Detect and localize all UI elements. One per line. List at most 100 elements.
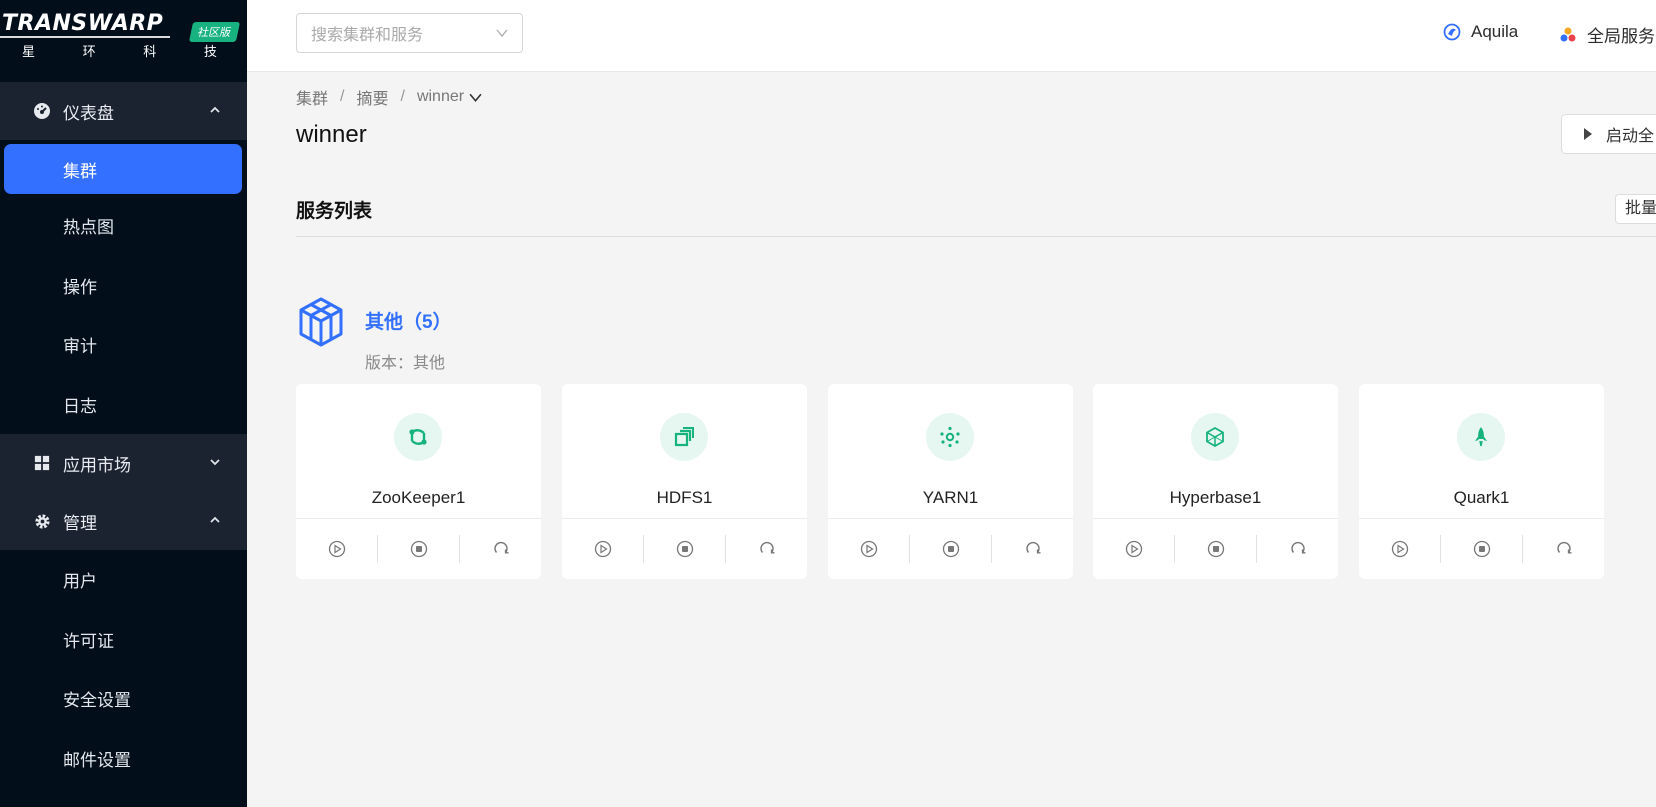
sidebar-item-heatmap[interactable]: 热点图 xyxy=(0,196,247,256)
service-actions xyxy=(1093,518,1338,579)
sidebar-item-users[interactable]: 用户 xyxy=(0,550,247,610)
stop-service-button[interactable] xyxy=(643,535,725,563)
sidebar: TRANSWARP 社区版 星 环 科 技 仪表盘 集群 热点图 操作 审计 日… xyxy=(0,0,247,807)
service-name: YARN1 xyxy=(922,488,979,507)
aquila-link[interactable]: Aquila xyxy=(1443,22,1518,42)
breadcrumb-separator: / xyxy=(400,88,405,105)
play-circle-icon xyxy=(594,540,611,558)
search-placeholder: 搜索集群和服务 xyxy=(311,27,424,44)
yarn-icon xyxy=(926,413,974,461)
global-services-label: 全局服务 xyxy=(1587,27,1655,46)
sidebar-group-label: 应用市场 xyxy=(63,455,131,475)
restart-service-button[interactable] xyxy=(459,535,541,563)
search-select[interactable]: 搜索集群和服务 xyxy=(296,13,523,53)
service-list-title: 服务列表 xyxy=(296,201,373,222)
restart-service-button[interactable] xyxy=(991,535,1073,563)
category-version: 版本：其他 xyxy=(365,355,446,372)
global-services-icon xyxy=(1560,27,1576,41)
hdfs-icon xyxy=(660,413,708,461)
service-name: HDFS1 xyxy=(656,488,713,507)
stop-circle-icon xyxy=(1207,540,1224,558)
aquila-label: Aquila xyxy=(1471,22,1519,41)
service-actions xyxy=(1359,518,1604,579)
hyperbase-icon xyxy=(1191,413,1239,461)
chevron-down-icon xyxy=(210,459,220,466)
start-service-button[interactable] xyxy=(828,535,909,563)
start-all-button[interactable]: 启动全 xyxy=(1561,114,1656,154)
breadcrumb-separator: / xyxy=(340,88,345,105)
sidebar-item-audit[interactable]: 审计 xyxy=(0,315,247,375)
start-service-button[interactable] xyxy=(1359,535,1440,563)
sidebar-item-operations[interactable]: 操作 xyxy=(0,256,247,316)
start-service-button[interactable] xyxy=(1093,535,1174,563)
service-name: Quark1 xyxy=(1453,488,1510,507)
stop-service-button[interactable] xyxy=(1174,535,1256,563)
restart-icon xyxy=(493,541,508,554)
quark-icon xyxy=(1457,413,1505,461)
restart-service-button[interactable] xyxy=(1522,535,1604,563)
play-circle-icon xyxy=(860,540,877,558)
stop-circle-icon xyxy=(676,540,693,558)
restart-service-button[interactable] xyxy=(1256,535,1338,563)
transwarp-logo[interactable]: TRANSWARP 社区版 星 环 科 技 xyxy=(0,0,247,72)
chevron-down-icon[interactable] xyxy=(469,91,482,104)
service-actions xyxy=(296,518,541,579)
play-circle-icon xyxy=(1125,540,1142,558)
logo-wordmark: TRANSWARP xyxy=(2,11,164,36)
service-name: Hyperbase1 xyxy=(1169,488,1262,507)
play-circle-icon xyxy=(328,540,345,558)
restart-icon xyxy=(1025,541,1040,554)
logo-chinese-name: 星 环 科 技 xyxy=(22,44,239,59)
sidebar-item-logs[interactable]: 日志 xyxy=(0,375,247,435)
stop-circle-icon xyxy=(1473,540,1490,558)
category-title[interactable]: 其他（5） xyxy=(365,307,452,334)
breadcrumb-cluster[interactable]: 集群 xyxy=(296,85,328,109)
service-card-hyperbase[interactable]: Hyperbase1 xyxy=(1093,384,1338,579)
sidebar-group-app-market[interactable]: 应用市场 xyxy=(0,434,247,492)
edition-badge: 社区版 xyxy=(188,22,241,42)
sidebar-group-label: 管理 xyxy=(63,513,97,533)
breadcrumb-current-cluster[interactable]: winner xyxy=(417,88,464,106)
global-services-link[interactable]: 全局服务 xyxy=(1559,22,1655,47)
grid-icon xyxy=(33,454,51,472)
restart-icon xyxy=(759,541,774,554)
sidebar-item-cluster[interactable]: 集群 xyxy=(4,144,242,194)
stop-circle-icon xyxy=(942,540,959,558)
aquila-icon xyxy=(1443,23,1461,41)
sidebar-item-license[interactable]: 许可证 xyxy=(0,610,247,670)
start-service-button[interactable] xyxy=(562,535,643,563)
service-actions xyxy=(562,518,807,579)
service-card-hdfs[interactable]: HDFS1 xyxy=(562,384,807,579)
play-circle-icon xyxy=(1391,540,1408,558)
sidebar-item-mail-settings[interactable]: 邮件设置 xyxy=(0,729,247,789)
stop-service-button[interactable] xyxy=(1440,535,1522,563)
zookeeper-icon xyxy=(394,413,442,461)
breadcrumb: 集群 / 摘要 / winner xyxy=(296,85,482,109)
stop-service-button[interactable] xyxy=(377,535,459,563)
restart-icon xyxy=(1556,541,1571,554)
sidebar-item-security-settings[interactable]: 安全设置 xyxy=(0,669,247,729)
category-cube-icon xyxy=(299,297,343,347)
chevron-down-icon xyxy=(496,29,508,38)
batch-button[interactable]: 批量 xyxy=(1615,194,1656,224)
service-name: ZooKeeper1 xyxy=(371,488,466,507)
restart-service-button[interactable] xyxy=(725,535,807,563)
service-card-zookeeper[interactable]: ZooKeeper1 xyxy=(296,384,541,579)
start-all-label: 启动全 xyxy=(1606,128,1655,145)
chevron-up-icon xyxy=(210,106,220,113)
divider xyxy=(296,236,1656,237)
service-actions xyxy=(828,518,1073,579)
play-icon xyxy=(1584,128,1592,140)
top-header: 搜索集群和服务 Aquila 全局服务 xyxy=(247,0,1656,72)
dashboard-icon xyxy=(33,102,51,120)
logo-swoosh xyxy=(0,36,170,38)
sidebar-group-dashboard[interactable]: 仪表盘 xyxy=(0,82,247,140)
breadcrumb-summary[interactable]: 摘要 xyxy=(356,85,388,109)
stop-service-button[interactable] xyxy=(909,535,991,563)
stop-circle-icon xyxy=(410,540,427,558)
sidebar-group-management[interactable]: 管理 xyxy=(0,492,247,550)
page-title: winner xyxy=(296,121,367,148)
service-card-quark[interactable]: Quark1 xyxy=(1359,384,1604,579)
start-service-button[interactable] xyxy=(296,535,377,563)
service-card-yarn[interactable]: YARN1 xyxy=(828,384,1073,579)
